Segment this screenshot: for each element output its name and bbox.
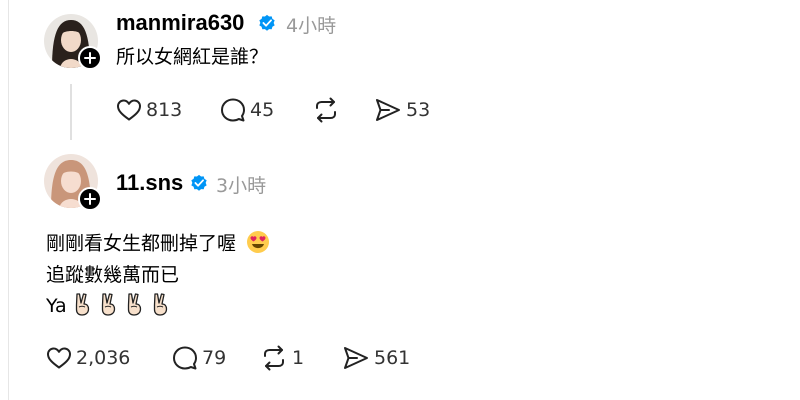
verified-badge-icon xyxy=(259,14,275,31)
heart-icon xyxy=(117,99,141,121)
like-button[interactable]: 2,036 xyxy=(46,343,130,373)
comment-icon xyxy=(221,98,245,122)
follow-button[interactable] xyxy=(78,46,102,70)
send-icon xyxy=(376,99,400,121)
heart-icon xyxy=(47,347,71,369)
share-count: 53 xyxy=(406,99,431,121)
username[interactable]: 11.sns xyxy=(116,170,183,196)
username[interactable]: manmira630 xyxy=(116,10,244,36)
share-button[interactable]: 561 xyxy=(342,343,410,373)
like-button[interactable]: 813 xyxy=(116,95,182,125)
verified-badge-icon xyxy=(191,174,207,191)
timestamp: 3小時 xyxy=(216,175,267,197)
post-text-line: 剛剛看女生都刪掉了喔 xyxy=(46,231,270,255)
comment-button[interactable]: 45 xyxy=(220,95,274,125)
comment-icon xyxy=(173,346,197,370)
post-text-line: 所以女網紅是誰？ xyxy=(116,46,269,68)
timestamp: 4小時 xyxy=(286,15,337,37)
send-icon xyxy=(344,347,368,369)
follow-button[interactable] xyxy=(78,187,102,211)
thread-line xyxy=(70,84,72,140)
repost-count: 1 xyxy=(292,347,305,369)
comment-count: 45 xyxy=(250,99,275,121)
share-button[interactable]: 53 xyxy=(374,95,430,125)
repost-icon xyxy=(264,345,284,371)
repost-button[interactable]: 1 xyxy=(260,343,304,373)
post-text-content: Ya xyxy=(46,295,67,317)
post-text-line: 追蹤數幾萬而已 xyxy=(46,264,180,286)
victory-hand-emoji xyxy=(75,293,89,316)
comment-count: 79 xyxy=(202,347,227,369)
victory-hand-emoji xyxy=(101,293,115,316)
like-count: 813 xyxy=(146,99,183,121)
repost-icon xyxy=(316,97,336,123)
comment-button[interactable]: 79 xyxy=(172,343,226,373)
like-count: 2,036 xyxy=(76,347,131,369)
plus-icon xyxy=(84,52,96,64)
post-text-content: 剛剛看女生都刪掉了喔 xyxy=(46,232,237,255)
victory-hand-emoji xyxy=(127,293,141,316)
victory-hand-emoji xyxy=(153,293,167,316)
left-border xyxy=(8,0,9,400)
post-text-line: Ya xyxy=(46,293,171,317)
plus-icon xyxy=(84,193,96,205)
repost-button[interactable] xyxy=(312,95,344,125)
heart-eyes-emoji xyxy=(247,231,270,253)
share-count: 561 xyxy=(374,347,411,369)
